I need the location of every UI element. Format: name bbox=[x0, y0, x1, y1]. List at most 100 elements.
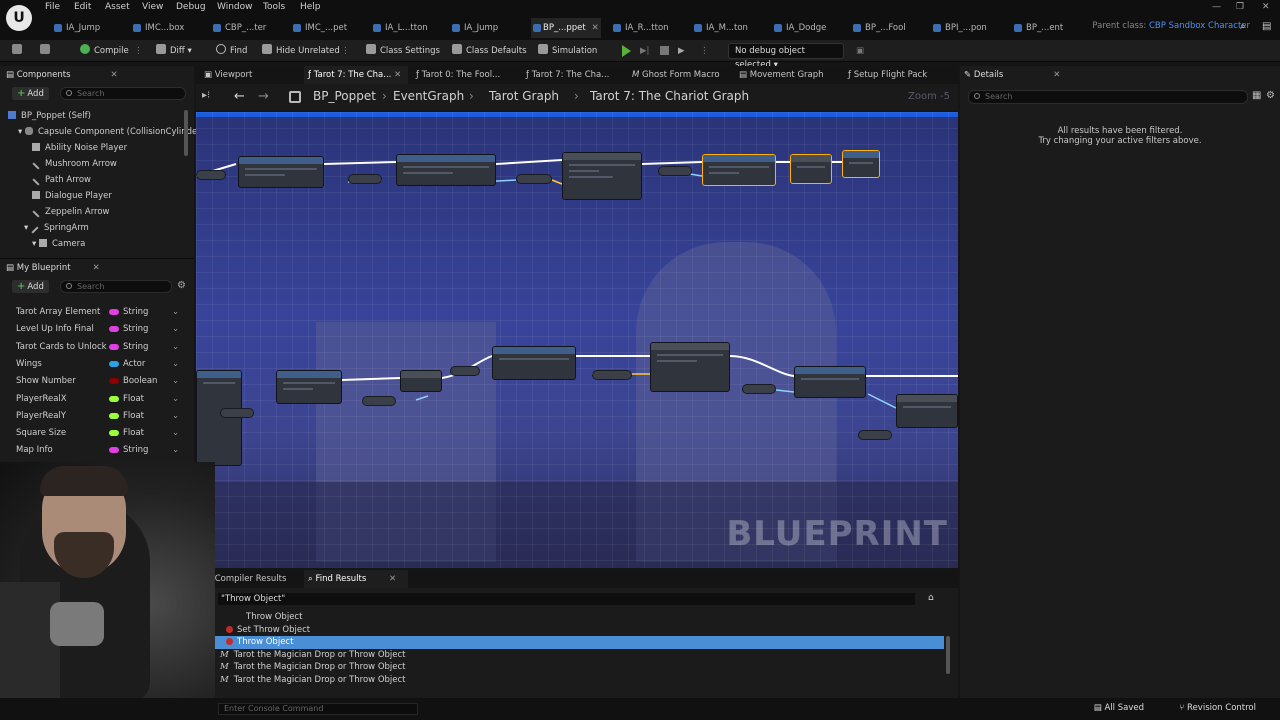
class-defaults-button[interactable]: Class Defaults bbox=[452, 44, 527, 58]
back-arrow-icon[interactable]: ← bbox=[234, 89, 245, 104]
breadcrumb-eventgraph[interactable]: EventGraph bbox=[393, 89, 464, 103]
doc-tab-0[interactable]: IA_Jump bbox=[54, 18, 100, 38]
component-item-zeppelin-arrow[interactable]: Zeppelin Arrow bbox=[32, 204, 110, 220]
my-blueprint-search-input[interactable]: Search bbox=[60, 280, 172, 293]
menu-help[interactable]: Help bbox=[300, 2, 321, 15]
console-command-input[interactable]: Enter Console Command bbox=[218, 703, 418, 715]
menu-file[interactable]: File bbox=[45, 2, 60, 15]
compile-options-icon[interactable]: ⋮ bbox=[134, 44, 143, 58]
doc-tab-12[interactable]: BP_...ent bbox=[1014, 18, 1063, 38]
graph-node-destroy-actor-selected[interactable] bbox=[842, 150, 880, 178]
graph-node-gameplay-tags[interactable] bbox=[658, 166, 692, 176]
play-options-icon[interactable]: ⋮ bbox=[700, 44, 709, 58]
graph-node-add-gameplay-tag[interactable] bbox=[276, 370, 342, 404]
doc-tab-3[interactable]: IMC_...pet bbox=[293, 18, 347, 38]
component-item-dialogue-player[interactable]: Dialogue Player bbox=[32, 188, 112, 204]
settings-gear-icon[interactable]: ⚙ bbox=[1266, 90, 1275, 101]
doc-tab-11[interactable]: BPI_...pon bbox=[933, 18, 987, 38]
component-item-mushroom-arrow[interactable]: Mushroom Arrow bbox=[32, 156, 117, 172]
graph-node-spring-arm[interactable] bbox=[400, 370, 442, 392]
tab-viewport[interactable]: ▣ Viewport bbox=[200, 66, 252, 84]
forward-arrow-icon[interactable]: → bbox=[258, 89, 269, 104]
minimize-icon[interactable]: — bbox=[1212, 2, 1221, 12]
tab-find-results[interactable]: ⌕ Find Results ✕ bbox=[304, 570, 408, 588]
chevron-down-icon[interactable]: ⌄ bbox=[172, 442, 179, 459]
hide-options-icon[interactable]: ⋮ bbox=[341, 44, 350, 58]
step-over-icon[interactable]: ▶ bbox=[678, 44, 685, 58]
variable-row[interactable]: Square Size Float ⌄ bbox=[0, 425, 190, 442]
doc-tab-1[interactable]: IMC...box bbox=[133, 18, 184, 38]
graph-node-character-movement[interactable] bbox=[516, 174, 552, 184]
variable-row[interactable]: Map Info String ⌄ bbox=[0, 442, 190, 459]
revision-control-button[interactable]: ⑂ Revision Control bbox=[1179, 703, 1256, 713]
graph-node-set-movement-mode[interactable] bbox=[562, 152, 642, 200]
simulation-button[interactable]: Simulation bbox=[538, 44, 597, 58]
find-button[interactable]: Find bbox=[216, 44, 247, 58]
details-tab[interactable]: ✎ Details ✕ bbox=[964, 66, 1060, 84]
graph-node-set-movement-mode[interactable] bbox=[650, 342, 730, 392]
tab-tarot-7-chariot-active[interactable]: ƒ Tarot 7: The Cha... ✕ bbox=[304, 66, 408, 84]
browse-asset-icon[interactable] bbox=[40, 44, 54, 58]
component-item-camera[interactable]: ▾ Camera bbox=[32, 236, 85, 252]
component-item-springarm[interactable]: ▾ SpringArm bbox=[24, 220, 89, 236]
doc-tab-2[interactable]: CBP_...ter bbox=[213, 18, 266, 38]
tab-tarot-7-chariot[interactable]: ƒ Tarot 7: The Cha... bbox=[526, 66, 609, 84]
class-settings-button[interactable]: Class Settings bbox=[366, 44, 440, 58]
close-icon[interactable]: ✕ bbox=[394, 70, 401, 80]
compile-button[interactable]: Compile bbox=[80, 44, 129, 58]
find-result-row[interactable]: Throw Object bbox=[212, 611, 944, 624]
component-item-capsule[interactable]: ▾ Capsule Component (CollisionCylinder) bbox=[18, 124, 204, 140]
component-item-ability-noise[interactable]: Ability Noise Player bbox=[32, 140, 127, 156]
find-result-row[interactable]: M Tarot the Magician Drop or Throw Object bbox=[212, 674, 944, 687]
chevron-down-icon[interactable]: ⌄ bbox=[172, 408, 179, 425]
breadcrumb-chariot-graph[interactable]: Tarot 7: The Chariot Graph bbox=[590, 89, 749, 103]
graph-node-equipped-wings[interactable] bbox=[362, 396, 396, 406]
diff-button[interactable]: Diff ▾ bbox=[156, 44, 192, 58]
close-icon[interactable]: ✕ bbox=[389, 574, 396, 584]
menu-debug[interactable]: Debug bbox=[176, 2, 206, 15]
menu-view[interactable]: View bbox=[142, 2, 163, 15]
find-result-row[interactable]: Set Throw Object bbox=[212, 624, 944, 637]
tab-setup-flight-pack[interactable]: ƒ Setup Flight Pack bbox=[848, 66, 927, 84]
tab-movement-graph[interactable]: ▤ Movement Graph bbox=[739, 66, 824, 84]
close-icon[interactable]: ✕ bbox=[111, 70, 118, 80]
graph-node-gameplay-tags[interactable] bbox=[220, 408, 254, 418]
breadcrumb-tarot-graph[interactable]: Tarot Graph bbox=[489, 89, 559, 103]
debug-browse-icon[interactable]: ▣ bbox=[856, 44, 864, 58]
graph-node-gameplay-tags[interactable] bbox=[196, 170, 226, 180]
variable-row[interactable]: Level Up Info Final String ⌄ bbox=[0, 321, 190, 338]
variable-row[interactable]: Tarot Array Element String ⌄ bbox=[0, 304, 190, 321]
graph-node-remove-tag-selected[interactable] bbox=[702, 154, 776, 186]
close-icon[interactable]: ✕ bbox=[1053, 70, 1060, 80]
browse-icon[interactable]: ▤ bbox=[1262, 21, 1271, 32]
menu-tools[interactable]: Tools bbox=[263, 2, 285, 15]
chevron-down-icon[interactable]: ⌄ bbox=[172, 339, 179, 356]
chevron-down-icon[interactable]: ⌄ bbox=[172, 356, 179, 373]
find-result-row[interactable]: Throw Object bbox=[212, 636, 944, 649]
doc-tab-10[interactable]: BP_...Fool bbox=[853, 18, 906, 38]
menu-window[interactable]: Window bbox=[217, 2, 253, 15]
find-result-row[interactable]: M Tarot the Magician Drop or Throw Object bbox=[212, 649, 944, 662]
variable-row[interactable]: Tarot Cards to Unlock String ⌄ bbox=[0, 339, 190, 356]
graph-menu-icon[interactable]: ▸⁝ bbox=[202, 90, 210, 101]
close-window-icon[interactable]: ✕ bbox=[1262, 2, 1270, 12]
details-search-input[interactable]: Search bbox=[968, 90, 1248, 104]
restore-icon[interactable]: ❐ bbox=[1236, 2, 1244, 12]
chevron-down-icon[interactable]: ⌄ bbox=[172, 425, 179, 442]
chevron-down-icon[interactable]: ⌄ bbox=[172, 391, 179, 408]
chevron-down-icon[interactable]: ⌄ bbox=[172, 304, 179, 321]
step-icon[interactable]: ▶| bbox=[640, 44, 649, 58]
graph-node-gameplay-tags[interactable] bbox=[450, 366, 480, 376]
debug-object-select[interactable]: No debug object selected ▾ bbox=[728, 43, 844, 70]
find-results-scrollbar[interactable] bbox=[946, 636, 950, 674]
doc-tab-5[interactable]: IA_Jump bbox=[452, 18, 498, 38]
all-saved-status[interactable]: ▤ All Saved bbox=[1094, 703, 1144, 713]
graph-node-gameplay-tags[interactable] bbox=[742, 384, 776, 394]
graph-hierarchy-icon[interactable] bbox=[289, 91, 301, 103]
my-blueprint-tab[interactable]: ▤ My Blueprint ✕ bbox=[6, 259, 100, 277]
graph-node-return-value[interactable] bbox=[196, 370, 242, 466]
graph-node-remove-tag[interactable] bbox=[794, 366, 866, 398]
graph-node-gameplay-tags[interactable] bbox=[348, 174, 382, 184]
doc-tab-6[interactable]: BP_...ppet ✕ bbox=[531, 18, 601, 38]
variable-row[interactable]: PlayerRealY Float ⌄ bbox=[0, 408, 190, 425]
